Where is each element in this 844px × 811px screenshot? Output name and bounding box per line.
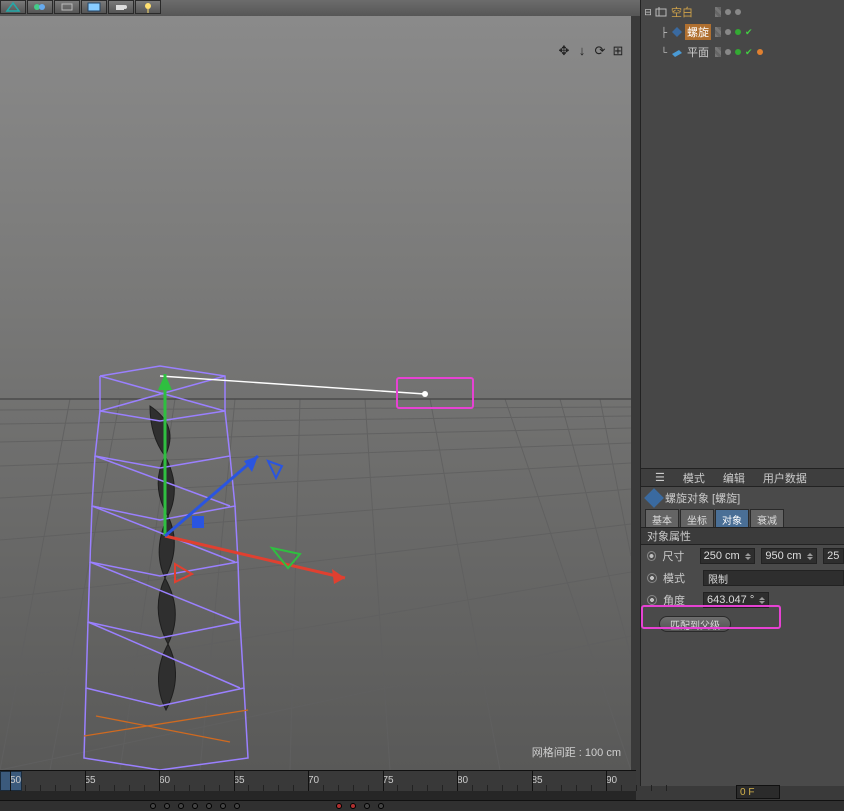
transport-button[interactable] [206,803,212,809]
tool-btn-1[interactable] [0,0,26,14]
attr-menu-userdata[interactable]: 用户数据 [763,470,807,486]
prop-label-mode: 模式 [663,570,697,586]
tool-btn-4[interactable] [81,0,107,14]
attribute-menubar: ☰ 模式 编辑 用户数据 [641,469,844,487]
tag-dot[interactable] [757,49,763,55]
timeline-ruler[interactable]: 505560657075808590 [0,771,636,791]
tab-coord[interactable]: 坐标 [680,509,714,527]
attribute-tabs: 基本 坐标 对象 衰减 [641,509,844,527]
visibility-dot[interactable] [725,29,731,35]
size-x-input[interactable]: 250 cm [700,548,756,564]
transport-button[interactable] [378,803,384,809]
tree-line-icon: └ [659,47,669,57]
layout-icon[interactable]: ⊞ [611,44,625,58]
render-dot[interactable] [735,49,741,55]
prop-row-mode: 模式 限制 [641,567,844,589]
transport-button[interactable] [150,803,156,809]
enable-check-icon[interactable]: ✔ [745,27,753,38]
autokey-button[interactable] [350,803,356,809]
pan-icon[interactable]: ✥ [557,44,571,58]
prop-row-size: 尺寸 250 cm 950 cm 25 [641,545,844,567]
render-dot[interactable] [735,9,741,15]
expand-icon[interactable]: ⊟ [643,7,653,18]
prop-label-angle: 角度 [663,592,697,608]
render-dot[interactable] [735,29,741,35]
grid-spacing-label: 网格间距 : 100 cm [532,744,621,760]
tool-btn-3[interactable] [54,0,80,14]
attribute-header: 螺旋对象 [螺旋] [641,487,844,509]
anim-dot-icon[interactable] [647,551,656,561]
attr-menu-icon[interactable]: ☰ [655,471,665,484]
visibility-dot[interactable] [725,49,731,55]
viewport-controls: ✥ ↓ ⟳ ⊞ [557,44,625,58]
size-y-input[interactable]: 950 cm [761,548,817,564]
transport-button[interactable] [164,803,170,809]
plane-icon [671,46,683,58]
tool-btn-6[interactable] [135,0,161,14]
section-object-properties: 对象属性 [641,527,844,545]
object-name[interactable]: 平面 [685,44,711,60]
tree-line-icon: ├ [659,27,669,37]
angle-input[interactable]: 643.047 ° [703,592,769,608]
attribute-title: 螺旋对象 [螺旋] [665,490,740,506]
transport-button[interactable] [178,803,184,809]
layer-stripe[interactable] [715,47,721,57]
anim-dot-icon[interactable] [647,595,657,605]
deformer-icon [671,26,683,38]
tab-basic[interactable]: 基本 [645,509,679,527]
transport-bar [0,800,844,811]
object-name[interactable]: 空白 [669,4,695,20]
attr-menu-edit[interactable]: 编辑 [723,470,745,486]
visibility-dot[interactable] [725,9,731,15]
dolly-icon[interactable]: ↓ [575,44,589,58]
tab-object[interactable]: 对象 [715,509,749,527]
tool-btn-2[interactable] [27,0,53,14]
prop-label-size: 尺寸 [662,548,693,564]
prop-row-angle: 角度 643.047 ° [641,589,844,611]
object-name[interactable]: 螺旋 [685,24,711,40]
layer-stripe[interactable] [715,27,721,37]
transport-button[interactable] [234,803,240,809]
tab-falloff[interactable]: 衰减 [750,509,784,527]
size-z-input[interactable]: 25 [823,548,844,564]
viewport-scene [0,16,631,770]
enable-check-icon[interactable]: ✔ [745,47,753,58]
anim-dot-icon[interactable] [647,573,657,583]
layer-stripe[interactable] [715,7,721,17]
mode-select[interactable]: 限制 [703,570,844,586]
current-frame-field[interactable]: 0 F [736,785,780,799]
attr-menu-mode[interactable]: 模式 [683,470,705,486]
object-manager: ⊟ 空白 ├ 螺旋 └ 平面 ✔ [640,0,844,468]
orbit-icon[interactable]: ⟳ [593,44,607,58]
null-icon [655,6,667,18]
transport-button[interactable] [192,803,198,809]
transport-button[interactable] [220,803,226,809]
main-toolbar [0,0,640,16]
fit-to-parent-button[interactable]: 匹配到父级 [659,616,731,632]
viewport[interactable]: ✥ ↓ ⟳ ⊞ 网格间距 : 100 cm [0,16,631,770]
tool-btn-5[interactable] [108,0,134,14]
record-button[interactable] [336,803,342,809]
transport-button[interactable] [364,803,370,809]
attribute-manager: ☰ 模式 编辑 用户数据 螺旋对象 [螺旋] 基本 坐标 对象 衰减 对象属性 … [640,468,844,786]
deformer-icon [644,488,664,508]
object-row-null[interactable]: ⊟ 空白 [643,2,844,22]
